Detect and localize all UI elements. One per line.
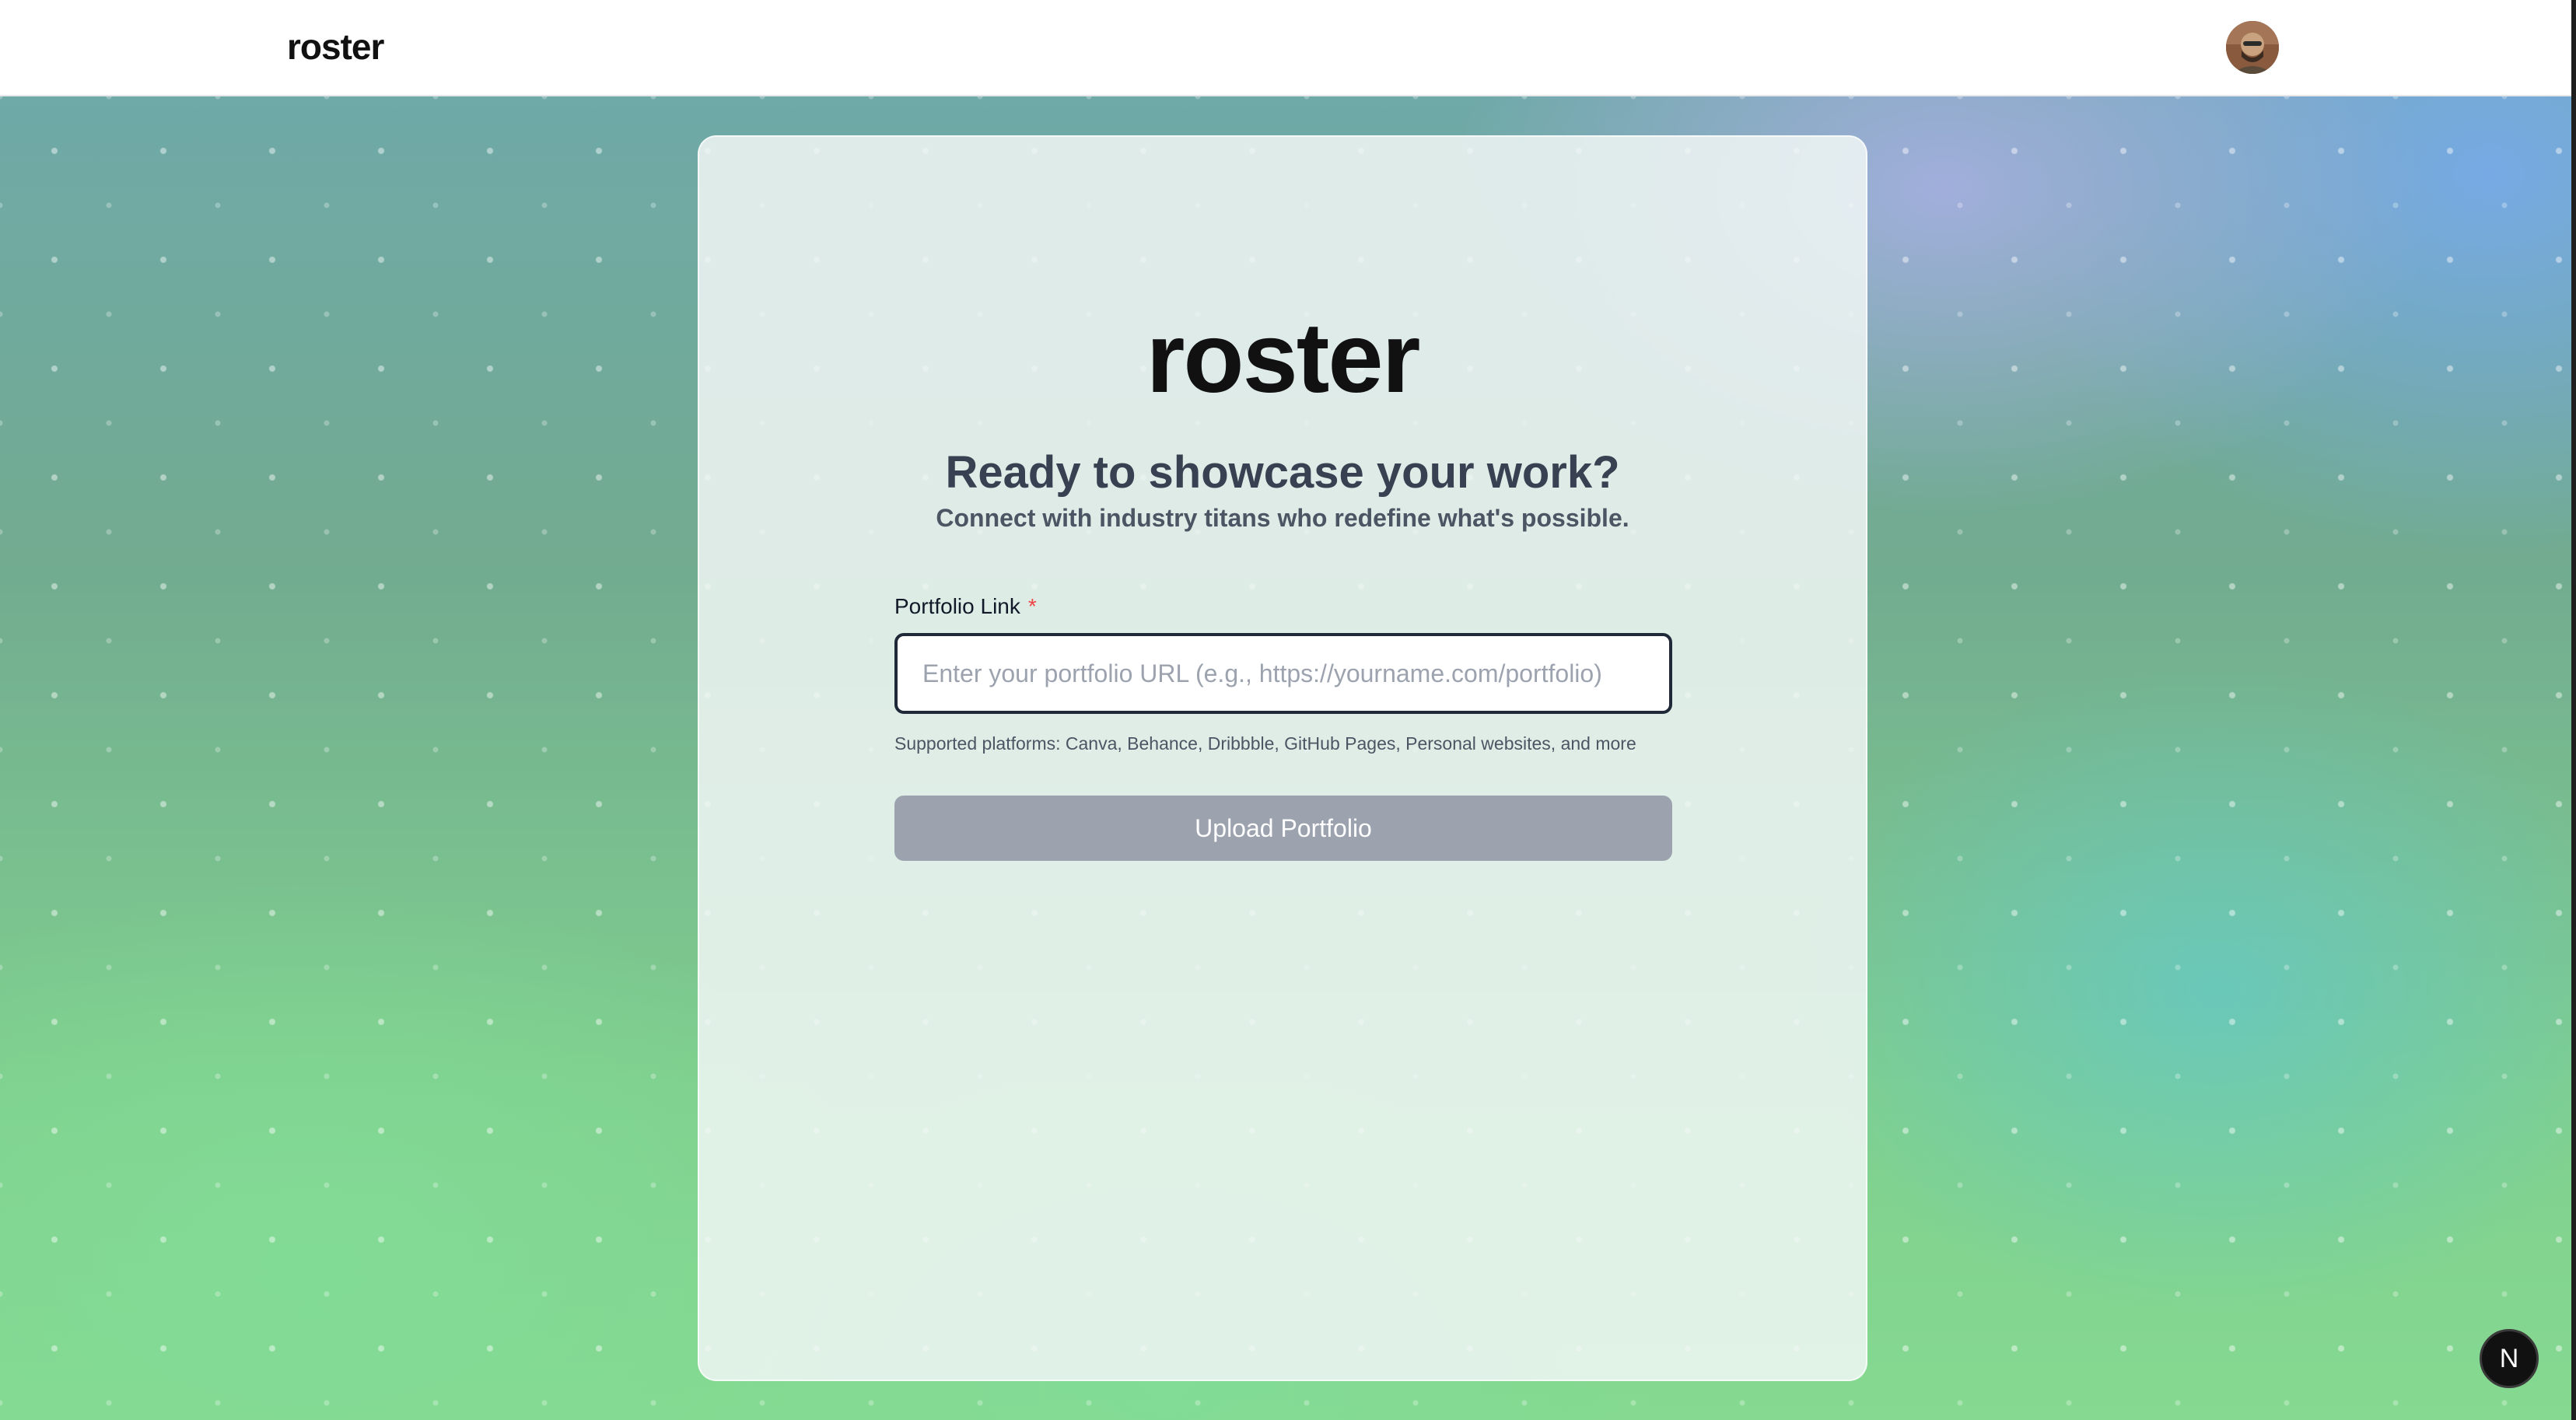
card-logo: roster	[1146, 303, 1421, 414]
portfolio-upload-card: roster Ready to showcase your work? Conn…	[698, 135, 1867, 1381]
nextjs-icon[interactable]: N	[2480, 1329, 2539, 1388]
portfolio-link-label-text: Portfolio Link	[894, 594, 1020, 618]
nextjs-badge-label: N	[2499, 1343, 2519, 1373]
upload-portfolio-button[interactable]: Upload Portfolio	[894, 796, 1672, 861]
top-navbar: roster	[0, 0, 2571, 96]
portfolio-url-input[interactable]	[894, 633, 1672, 714]
page-subheadline: Connect with industry titans who redefin…	[936, 504, 1629, 532]
page-headline: Ready to showcase your work?	[945, 447, 1620, 498]
supported-platforms-helper: Supported platforms: Canva, Behance, Dri…	[894, 733, 1636, 754]
user-avatar-icon[interactable]	[2226, 21, 2279, 74]
required-marker: *	[1027, 594, 1037, 618]
window-edge	[2571, 0, 2576, 1420]
portfolio-link-label: Portfolio Link *	[894, 593, 1037, 621]
brand-logo[interactable]: roster	[287, 23, 384, 70]
